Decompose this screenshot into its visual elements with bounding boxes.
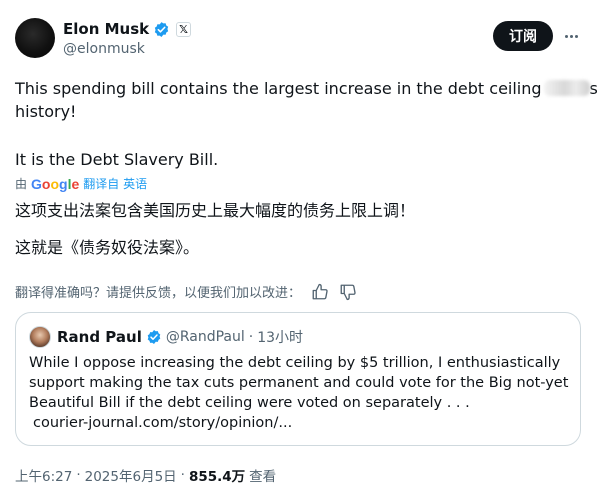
tweet-date[interactable]: 2025年6月5日 [85, 465, 177, 485]
thumbs-up-icon[interactable] [311, 283, 329, 301]
quoted-link: courier-journal.com/story/opinion/... [33, 415, 293, 431]
redacted-blur [543, 80, 590, 96]
quoted-text: While I oppose increasing the debt ceili… [29, 353, 574, 433]
thumbs-down-icon[interactable] [339, 283, 357, 301]
translated-from-link[interactable]: 翻译自 英语 [83, 175, 147, 192]
tweet-footer: 上午6:27 · 2025年6月5日 · 855.4万 查看 [15, 465, 276, 485]
more-options-icon[interactable] [562, 26, 580, 46]
tweet-text-line-1: This spending bill contains the largest … [15, 78, 597, 100]
quoted-tweet-card[interactable]: Rand Paul @RandPaul · 13小时 While I oppos… [15, 312, 581, 446]
author-display-name[interactable]: Elon Musk [63, 20, 149, 38]
quoted-header: Rand Paul @RandPaul · 13小时 [57, 327, 303, 347]
quoted-time[interactable]: 13小时 [257, 327, 303, 347]
tweet-line-2: history! [15, 102, 77, 121]
translation-feedback: 翻译得准确吗？请提供反馈，以便我们加以改进： [15, 282, 357, 301]
quoted-verified-icon [147, 330, 161, 344]
quoted-display-name[interactable]: Rand Paul [57, 328, 142, 346]
quoted-line: Beautiful Bill if the debt ceiling were … [29, 395, 470, 411]
quoted-line: While I oppose increasing the debt ceili… [29, 355, 561, 371]
tweet-line-1: This spending bill contains the largest … [15, 79, 542, 98]
verified-badge-icon[interactable] [153, 21, 170, 38]
x-affiliate-icon[interactable]: 𝕏 [176, 21, 192, 37]
view-count[interactable]: 855.4万 [189, 465, 245, 485]
subscribe-button[interactable]: 订阅 [493, 21, 553, 51]
quoted-separator: · [248, 329, 254, 345]
translation-attribution: 由 Google 翻译自 英语 [15, 175, 147, 192]
avatar[interactable] [15, 18, 55, 58]
quoted-avatar[interactable] [29, 326, 51, 348]
feedback-prompt: 翻译得准确吗？请提供反馈，以便我们加以改进： [15, 286, 302, 301]
tweet-line-3: It is the Debt Slavery Bill. [15, 150, 219, 169]
footer-dot: · [180, 467, 185, 483]
translated-line-2: 这就是《债务奴役法案》。 [15, 238, 200, 257]
tweet-line-1-tail: s [589, 79, 597, 98]
quoted-line: support making the tax cuts permanent an… [29, 375, 569, 391]
footer-dot: · [76, 467, 81, 483]
tweet-time[interactable]: 上午6:27 [15, 465, 72, 485]
translated-line-1: 这项支出法案包含美国历史上最大幅度的债务上限上调！ [15, 201, 416, 220]
quoted-handle[interactable]: @RandPaul [166, 329, 245, 345]
views-label: 查看 [249, 469, 277, 485]
google-logo: Google [31, 175, 80, 192]
translated-by-label: 由 [15, 177, 28, 191]
author-handle[interactable]: @elonmusk [63, 41, 145, 57]
author-name-row: Elon Musk 𝕏 [63, 20, 192, 38]
